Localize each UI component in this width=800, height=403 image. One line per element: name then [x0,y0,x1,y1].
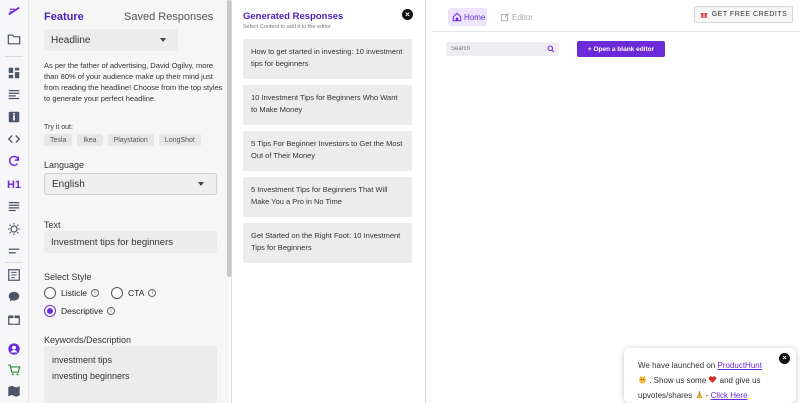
text-input[interactable]: Investment tips for beginners [44,231,217,253]
feature-select[interactable]: Headline [44,29,178,51]
toast-text: We have launched on [638,361,718,370]
toast-text: - [705,391,709,400]
toast-line-3: upvotes/shares - Click Here [638,388,786,403]
tab-saved-responses[interactable]: Saved Responses [124,11,213,23]
credits-label: GET FREE CREDITS [711,11,788,18]
info-icon[interactable]: i [107,307,116,315]
producthunt-link[interactable]: ProductHunt [717,361,761,370]
rail-divider [5,262,23,263]
editor-icon [500,12,510,22]
code-icon[interactable] [5,131,23,147]
home-icon [452,12,462,22]
response-card[interactable]: 5 Tips For Beginner Investors to Get the… [243,131,412,171]
response-card[interactable]: 10 Investment Tips for Beginners Who Wan… [243,85,412,125]
generated-responses-panel: Generated Responses Select Content to ad… [232,0,430,403]
feature-panel: Feature Saved Responses Headline As per … [29,0,229,403]
style-option-label: CTA [128,288,145,298]
list-icon[interactable] [5,243,23,259]
response-card[interactable]: 5 Investment Tips for Beginners That Wil… [243,177,412,217]
example-chip[interactable]: Playstation [107,134,154,146]
info-icon[interactable] [5,109,23,125]
gift-icon[interactable] [5,311,23,327]
producthunt-toast: × We have launched on ProductHunt . Show… [624,348,796,403]
radio-button[interactable] [111,287,123,299]
chevron-down-icon [160,38,166,42]
tab-feature[interactable]: Feature [44,11,84,23]
rail-divider [5,56,23,57]
gift-icon [700,12,707,18]
feature-select-value: Headline [51,34,91,46]
heart-icon [709,376,717,383]
keywords-textarea[interactable]: investment tips investing beginners [44,346,217,403]
logo-icon[interactable] [5,3,23,19]
toast-text: . Show us some [649,376,707,385]
frame-icon[interactable] [5,267,23,283]
style-option-descriptive[interactable]: Descriptive i [44,305,116,317]
feature-description: As per the father of advertising, David … [44,61,223,103]
click-here-link[interactable]: Click Here [711,391,748,400]
text-input-value: Investment tips for beginners [51,236,173,248]
style-option-label: Descriptive [61,306,104,316]
paragraph-icon[interactable] [5,199,23,215]
language-select-value: English [52,178,85,190]
icon-rail: H1 [0,0,29,403]
cart-icon[interactable] [5,362,23,378]
text-label: Text [44,220,61,230]
app-root: H1 Feature Saved Responses Headline As p… [0,0,800,403]
praying-hands-icon [695,391,703,399]
article-icon[interactable] [5,87,23,103]
search-input[interactable] [446,42,559,56]
generated-title: Generated Responses [243,11,344,22]
cat-face-icon [639,375,646,384]
get-free-credits-button[interactable]: GET FREE CREDITS [694,6,793,23]
open-blank-editor-button[interactable]: + Open a blank editor [577,41,665,57]
example-chip[interactable]: LongShot [158,134,201,146]
user-icon[interactable] [5,341,23,357]
example-chip[interactable]: Ikea [77,134,103,146]
idea-icon[interactable] [5,221,23,237]
radio-button-selected[interactable] [44,305,56,317]
tab-home[interactable]: Home [448,8,487,26]
generated-divider [425,0,426,403]
info-icon[interactable]: i [148,289,157,297]
tab-home-label: Home [464,12,486,22]
response-card[interactable]: How to get started in investing: 10 inve… [243,39,412,79]
language-label: Language [44,160,85,170]
try-it-label: Try it out: [44,124,73,131]
refresh-icon[interactable] [5,153,23,169]
keyword-line: investing beginners [52,371,130,381]
generated-subtitle: Select Content to add it to the editor [243,24,331,30]
toast-text: upvotes/shares [638,391,693,400]
tab-editor[interactable]: Editor [500,8,533,26]
toast-line-1: We have launched on ProductHunt [638,358,786,373]
toast-line-2: . Show us some and give us [638,373,786,388]
folder-icon[interactable] [5,31,23,47]
style-label: Select Style [44,272,92,282]
workspace-topbar: Home Editor GET FREE CREDITS [432,0,800,32]
toast-text: and give us [719,376,761,385]
example-chip[interactable]: Tesla [44,134,73,146]
workspace: Home Editor GET FREE CREDITS + Open a bl… [432,0,800,403]
heading-icon[interactable]: H1 [5,177,23,193]
dashboard-icon[interactable] [5,65,23,81]
style-option-cta[interactable]: CTA i [111,287,157,299]
keyword-line: investment tips [52,355,113,365]
style-option-listicle[interactable]: Listicle i [44,287,99,299]
radio-button[interactable] [44,287,56,299]
example-chips: Tesla Ikea Playstation LongShot [44,134,201,146]
tab-editor-label: Editor [512,12,533,22]
style-option-label: Listicle [61,288,87,298]
keywords-label: Keywords/Description [44,335,132,345]
response-card[interactable]: Get Started on the Right Foot: 10 Invest… [243,223,412,263]
info-icon[interactable]: i [90,289,99,297]
close-icon[interactable]: × [402,9,413,20]
search-icon[interactable] [547,45,555,53]
chat-icon[interactable] [5,289,23,305]
chevron-down-icon [198,182,204,186]
close-icon[interactable]: × [779,353,790,364]
language-select[interactable]: English [44,173,217,195]
map-icon[interactable] [5,383,23,399]
